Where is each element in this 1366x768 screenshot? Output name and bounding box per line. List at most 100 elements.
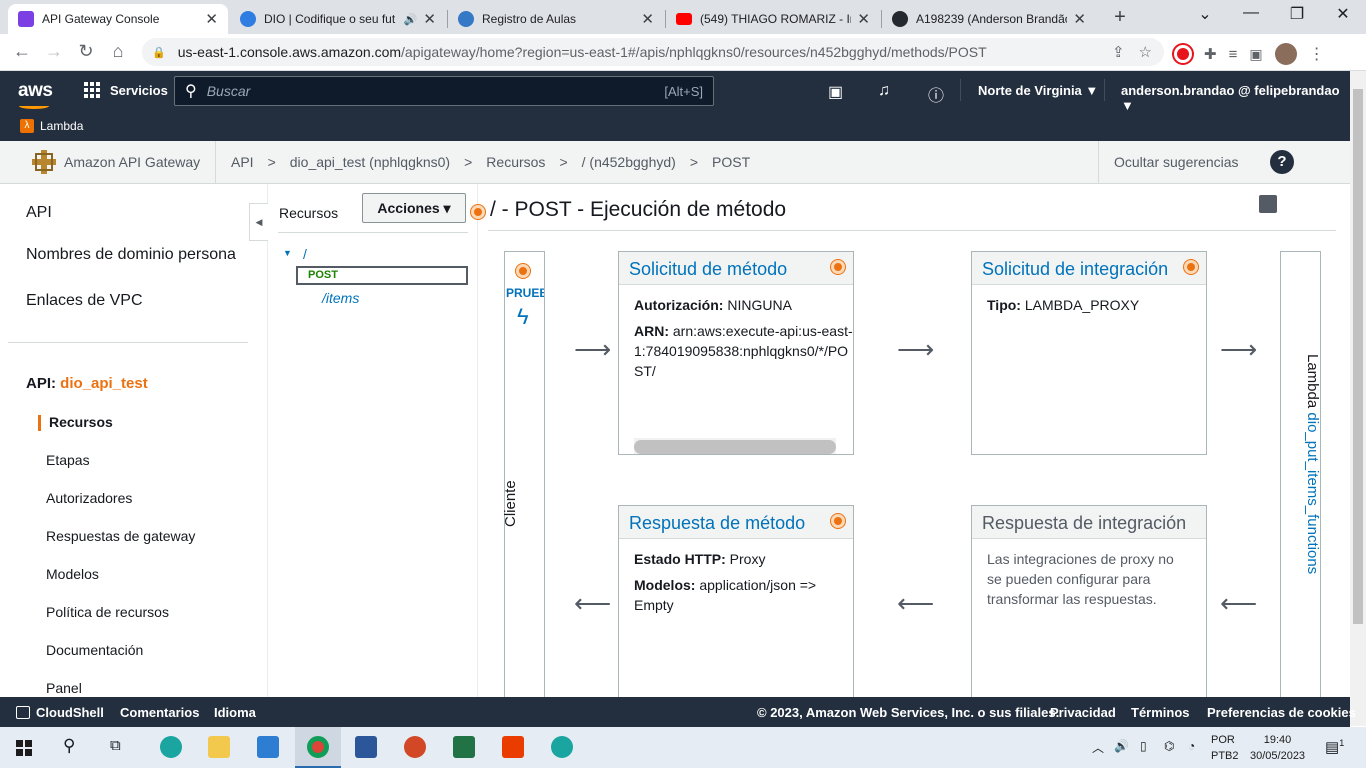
- info-dot-icon[interactable]: [831, 260, 845, 274]
- close-tab-icon[interactable]: ✕: [205, 10, 218, 28]
- collapse-nav-button[interactable]: ◀: [249, 203, 268, 241]
- services-menu-button[interactable]: Servicios: [84, 82, 168, 98]
- tree-items-resource[interactable]: /items: [322, 290, 359, 306]
- side-panel-icon[interactable]: ▣: [1249, 46, 1262, 63]
- integration-request-link[interactable]: Solicitud de integración: [982, 259, 1168, 279]
- forward-button[interactable]: →: [42, 41, 66, 62]
- nav-custom-domains[interactable]: Nombres de dominio persona: [26, 246, 236, 264]
- minimize-button[interactable]: —: [1228, 4, 1274, 22]
- tab-search-icon[interactable]: ⌄: [1182, 4, 1228, 24]
- notifications-icon[interactable]: ▤1: [1325, 738, 1344, 756]
- help-icon[interactable]: ⓘ: [928, 82, 944, 106]
- breadcrumb-resource[interactable]: / (n452bgghyd): [582, 154, 676, 170]
- nav-resource-policy[interactable]: Política de recursos: [46, 604, 169, 620]
- hide-tips-button[interactable]: Ocultar sugerencias: [1114, 154, 1239, 170]
- aws-logo[interactable]: aws: [18, 80, 53, 102]
- network-icon[interactable]: ⌬: [1164, 739, 1174, 753]
- mail-app-icon[interactable]: [257, 736, 279, 758]
- lock-icon[interactable]: 🔒: [152, 46, 166, 59]
- nav-dashboard[interactable]: Panel: [46, 680, 82, 696]
- excel-app-icon[interactable]: [453, 736, 475, 758]
- tree-root-resource[interactable]: /: [303, 246, 307, 262]
- nav-authorizers[interactable]: Autorizadores: [46, 490, 132, 506]
- browser-tab[interactable]: (549) THIAGO ROMARIZ - Int ✕: [666, 4, 880, 34]
- language-link[interactable]: Idioma: [214, 705, 256, 720]
- close-tab-icon[interactable]: ✕: [1073, 10, 1086, 28]
- close-tab-icon[interactable]: ✕: [641, 10, 654, 28]
- nav-resources[interactable]: Recursos: [49, 414, 113, 430]
- windows-start-icon[interactable]: [16, 740, 32, 756]
- test-link[interactable]: PRUEBA: [506, 286, 544, 300]
- browser-tab[interactable]: A198239 (Anderson Brandão ✕: [882, 4, 1096, 34]
- breadcrumb-api-name[interactable]: dio_api_test (nphlqgkns0): [290, 154, 450, 170]
- taskbar-search-icon[interactable]: ⚲: [63, 736, 75, 756]
- terms-link[interactable]: Términos: [1131, 705, 1190, 720]
- method-request-link[interactable]: Solicitud de método: [629, 259, 787, 279]
- address-bar[interactable]: 🔒 us-east-1.console.aws.amazon.com/apiga…: [142, 38, 1164, 66]
- task-view-icon[interactable]: ⧉: [110, 737, 121, 754]
- office-app-icon[interactable]: [502, 736, 524, 758]
- edge-dev-app-icon[interactable]: [551, 736, 573, 758]
- device-icon[interactable]: ▯: [1140, 739, 1147, 753]
- nav-vpc-links[interactable]: Enlaces de VPC: [26, 292, 143, 310]
- opera-extension-icon[interactable]: [1174, 45, 1192, 63]
- reload-button[interactable]: ↻: [74, 41, 98, 62]
- page-scrollbar[interactable]: [1350, 71, 1366, 726]
- media-control-icon[interactable]: ≡: [1229, 46, 1238, 63]
- nav-models[interactable]: Modelos: [46, 566, 99, 582]
- breadcrumb-api[interactable]: API: [231, 154, 254, 170]
- system-clock[interactable]: 19:40 30/05/2023: [1250, 732, 1305, 764]
- language-indicator[interactable]: POR PTB2: [1211, 732, 1239, 764]
- cookie-preferences-link[interactable]: Preferencias de cookies: [1207, 705, 1356, 720]
- nav-api[interactable]: API: [26, 204, 52, 222]
- search-input[interactable]: ⚲ Buscar [Alt+S]: [174, 76, 714, 106]
- service-name[interactable]: Amazon API Gateway: [64, 154, 200, 170]
- nav-documentation[interactable]: Documentación: [46, 642, 143, 658]
- method-response-link[interactable]: Respuesta de método: [629, 513, 805, 533]
- file-explorer-icon[interactable]: [208, 736, 230, 758]
- browser-tab[interactable]: DIO | Codifique o seu fut 🔊 ✕: [230, 4, 446, 34]
- actions-dropdown-button[interactable]: Acciones ▾: [362, 193, 466, 223]
- breadcrumb-resources[interactable]: Recursos: [486, 154, 545, 170]
- privacy-link[interactable]: Privacidad: [1050, 705, 1116, 720]
- info-dot-icon[interactable]: [1184, 260, 1198, 274]
- powerpoint-app-icon[interactable]: [404, 736, 426, 758]
- maximize-button[interactable]: ❐: [1274, 4, 1320, 24]
- cloudshell-icon[interactable]: ▣: [828, 82, 843, 102]
- lambda-function-link[interactable]: dio_put_items_functions: [1304, 412, 1321, 574]
- browser-tab-active[interactable]: API Gateway Console ✕: [8, 4, 228, 34]
- close-tab-icon[interactable]: ✕: [423, 10, 436, 28]
- chrome-menu-icon[interactable]: ⋮: [1309, 44, 1325, 64]
- browser-tab[interactable]: Registro de Aulas ✕: [448, 4, 664, 34]
- tray-overflow-icon[interactable]: ︿: [1092, 739, 1104, 756]
- help-button[interactable]: ?: [1270, 150, 1294, 174]
- audio-playing-icon[interactable]: 🔊: [404, 13, 418, 26]
- share-icon[interactable]: ⇪: [1112, 43, 1125, 61]
- api-name-link[interactable]: dio_api_test: [60, 375, 148, 392]
- new-tab-button[interactable]: +: [1108, 6, 1132, 30]
- notifications-bell-icon[interactable]: ♫: [878, 82, 890, 100]
- close-window-button[interactable]: ✕: [1320, 4, 1366, 24]
- favorite-lambda-link[interactable]: Lambda: [40, 119, 83, 133]
- back-button[interactable]: ←: [10, 41, 34, 62]
- info-dot-icon[interactable]: [471, 205, 485, 219]
- lightning-bolt-icon[interactable]: ϟ: [517, 304, 529, 330]
- nav-stages[interactable]: Etapas: [46, 452, 90, 468]
- edge-app-icon[interactable]: [160, 736, 182, 758]
- home-button[interactable]: ⌂: [106, 41, 130, 62]
- documentation-book-icon[interactable]: [1259, 195, 1277, 213]
- chrome-app-icon[interactable]: [307, 736, 329, 758]
- region-selector[interactable]: Norte de Virginia ▼: [978, 83, 1098, 98]
- close-tab-icon[interactable]: ✕: [857, 10, 870, 28]
- tree-post-method[interactable]: POST: [296, 266, 468, 285]
- nav-gateway-responses[interactable]: Respuestas de gateway: [46, 528, 195, 544]
- feedback-link[interactable]: Comentarios: [120, 705, 199, 720]
- volume-icon[interactable]: 🔊: [1114, 739, 1129, 753]
- profile-avatar[interactable]: [1274, 43, 1297, 65]
- tree-expand-icon[interactable]: ▼: [283, 248, 292, 258]
- word-app-icon[interactable]: [355, 736, 377, 758]
- horizontal-scrollbar[interactable]: [634, 438, 836, 454]
- extensions-puzzle-icon[interactable]: ✚: [1204, 45, 1217, 63]
- wifi-icon[interactable]: ◔: [1188, 739, 1195, 753]
- info-dot-icon[interactable]: [831, 514, 845, 528]
